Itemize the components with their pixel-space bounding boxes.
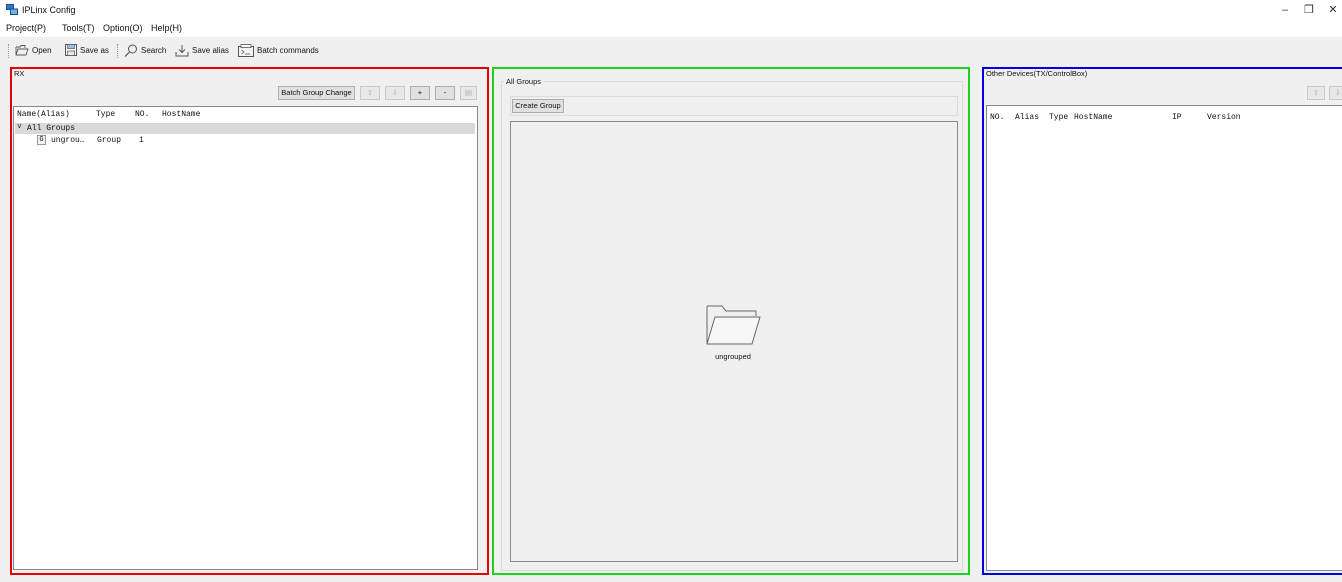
folder-item[interactable]: ungrouped: [704, 302, 762, 362]
menu-tools[interactable]: Tools(T): [62, 23, 95, 33]
tree-root-row[interactable]: ˅ All Groups: [15, 123, 475, 134]
up-arrow-icon: ⇧: [366, 88, 374, 97]
save-as-button[interactable]: Save as: [65, 42, 109, 58]
group-badge-icon: G: [37, 135, 46, 145]
app-logo-icon: [6, 4, 18, 15]
search-icon: [124, 44, 137, 57]
column-header-ip[interactable]: IP: [1172, 113, 1182, 122]
menu-bar: Project(P) Tools(T) Option(O) Help(H): [0, 20, 1342, 37]
save-as-label: Save as: [80, 45, 109, 55]
chevron-down-icon[interactable]: ˅: [17, 123, 22, 132]
edit-button[interactable]: ▤: [460, 86, 477, 100]
column-header-no[interactable]: NO.: [135, 110, 149, 119]
menu-option[interactable]: Option(O): [103, 23, 143, 33]
edit-list-icon: ▤: [464, 88, 473, 97]
close-button[interactable]: ✕: [1318, 0, 1342, 20]
create-group-button[interactable]: Create Group: [512, 99, 564, 113]
save-disk-icon: [65, 44, 77, 56]
toolbar: Open Save as Search Save alias Batch com: [0, 37, 1342, 65]
other-devices-list[interactable]: NO. Alias Type HostName IP Version: [986, 105, 1342, 571]
remove-button[interactable]: -: [435, 86, 455, 100]
rx-panel-title: RX: [14, 69, 27, 78]
column-header-hostname[interactable]: HostName: [162, 110, 200, 119]
open-folder-icon: [15, 45, 29, 56]
search-button[interactable]: Search: [124, 42, 166, 58]
download-arrow-icon: [175, 44, 189, 56]
up-arrow-icon: ⇧: [1312, 88, 1320, 97]
all-groups-panel: All Groups Create Group ungrouped: [492, 67, 970, 575]
column-header-alias[interactable]: Alias: [1015, 113, 1039, 122]
add-button[interactable]: +: [410, 86, 430, 100]
down-arrow-icon: ⇩: [1334, 88, 1342, 97]
toolbar-separator: [117, 44, 119, 58]
move-down-button[interactable]: ⇩: [385, 86, 405, 100]
search-label: Search: [141, 45, 167, 55]
batch-group-change-button[interactable]: Batch Group Change: [278, 86, 355, 100]
menu-help[interactable]: Help(H): [151, 23, 182, 33]
row-no: 1: [139, 136, 144, 145]
column-header-hostname[interactable]: HostName: [1074, 113, 1112, 122]
move-up-button[interactable]: ⇧: [360, 86, 380, 100]
open-button[interactable]: Open: [15, 42, 52, 58]
rx-tree[interactable]: Name(Alias) Type NO. HostName ˅ All Grou…: [13, 106, 478, 570]
folder-label: ungrouped: [715, 352, 751, 361]
other-move-up-button[interactable]: ⇧: [1307, 86, 1325, 100]
batch-commands-label: Batch commands: [257, 45, 319, 55]
save-alias-button[interactable]: Save alias: [175, 42, 229, 58]
rx-panel: RX Batch Group Change ⇧ ⇩ + - ▤ Name(Ali…: [10, 67, 489, 575]
down-arrow-icon: ⇩: [391, 88, 399, 97]
column-header-name[interactable]: Name(Alias): [17, 110, 70, 119]
title-bar: IPLinx Config – ❐ ✕: [0, 0, 1342, 20]
column-header-type[interactable]: Type: [1049, 113, 1068, 122]
column-header-no[interactable]: NO.: [990, 113, 1004, 122]
group-folder-area: ungrouped: [510, 121, 958, 562]
window-title: IPLinx Config: [22, 5, 76, 15]
batch-commands-button[interactable]: Batch commands: [238, 42, 319, 58]
menu-project[interactable]: Project(P): [6, 23, 46, 33]
open-label: Open: [32, 45, 52, 55]
row-type: Group: [97, 136, 122, 145]
toolbar-grip: [8, 44, 10, 58]
all-groups-title: All Groups: [504, 77, 544, 86]
column-header-version[interactable]: Version: [1207, 113, 1241, 122]
other-move-down-button[interactable]: ⇩: [1329, 86, 1342, 100]
other-devices-panel: Other Devices(TX/ControlBox) ⇧ ⇩ NO. Ali…: [982, 67, 1342, 575]
folder-icon: [706, 305, 761, 345]
tree-row[interactable]: G ungrou… Group 1: [15, 135, 475, 146]
batch-commands-icon: [238, 43, 254, 57]
column-header-type[interactable]: Type: [96, 110, 115, 119]
other-devices-title: Other Devices(TX/ControlBox): [986, 69, 1090, 78]
row-name: ungrou…: [51, 136, 85, 145]
group-toolbar: [510, 96, 958, 116]
save-alias-label: Save alias: [192, 45, 229, 55]
root-label: All Groups: [27, 124, 76, 133]
